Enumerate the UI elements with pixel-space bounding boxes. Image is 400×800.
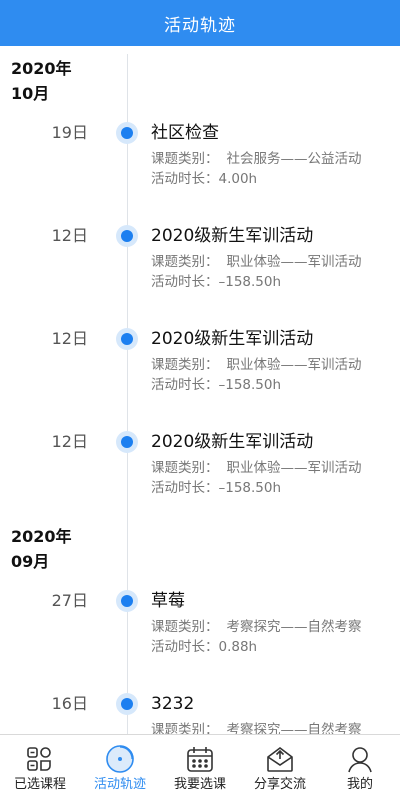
entry-category: 课题类别： 考察探究——自然考察: [151, 722, 362, 734]
entry-category: 课题类别： 考察探究——自然考察: [151, 619, 362, 635]
entry-category: 课题类别： 职业体验——军训活动: [151, 460, 362, 476]
timeline-dot: [116, 590, 138, 612]
entry-duration: 活动时长：–158.50h: [151, 480, 282, 496]
month-group: 2020年 09月 27日 草莓 课题类别： 考察探究——自然考察 活动时长：0.…: [0, 524, 400, 734]
timeline-dot: [116, 693, 138, 715]
month-label: 2020年 09月: [0, 524, 90, 574]
tab-label: 我的: [346, 777, 373, 792]
timeline-entry[interactable]: 16日 3232 课题类别： 考察探究——自然考察: [0, 692, 400, 734]
tab-share[interactable]: 分享交流: [240, 735, 320, 800]
entry-day: 16日: [51, 694, 88, 713]
entry-category: 课题类别： 职业体验——军训活动: [151, 254, 362, 270]
tab-selected-courses[interactable]: 已选课程: [0, 735, 80, 800]
entry-duration: 活动时长：4.00h: [151, 171, 258, 187]
entry-day: 19日: [51, 123, 88, 142]
entry-category: 课题类别： 职业体验——军训活动: [151, 357, 362, 373]
timeline-dot: [116, 225, 138, 247]
tab-choose-course[interactable]: 我要选课: [160, 735, 240, 800]
bottom-tab-bar: 已选课程 活动轨迹 我要选课 分享交流 我的: [0, 734, 400, 800]
entry-day: 12日: [51, 329, 88, 348]
tab-activity-track[interactable]: 活动轨迹: [80, 735, 160, 800]
entry-day: 12日: [51, 432, 88, 451]
timeline-entry[interactable]: 12日 2020级新生军训活动 课题类别： 职业体验——军训活动 活动时长：–15…: [0, 327, 400, 430]
tab-label: 活动轨迹: [93, 777, 146, 792]
app-header: 活动轨迹: [0, 0, 400, 46]
apps-grid-icon: [24, 744, 56, 774]
entry-title: 2020级新生军训活动: [151, 329, 314, 349]
timeline-dot: [116, 122, 138, 144]
tab-label: 我要选课: [173, 777, 226, 792]
user-icon: [344, 744, 376, 774]
entry-category: 课题类别： 社会服务——公益活动: [151, 151, 362, 167]
entry-title: 草莓: [151, 591, 185, 611]
calendar-icon: [184, 744, 216, 774]
timeline-dot: [116, 431, 138, 453]
tab-label: 已选课程: [13, 777, 66, 792]
month-label: 2020年 10月: [0, 46, 90, 106]
timeline-entry[interactable]: 12日 2020级新生军训活动 课题类别： 职业体验——军训活动 活动时长：–15…: [0, 430, 400, 524]
month-month: 10月: [11, 84, 50, 103]
entry-title: 3232: [151, 694, 195, 714]
activity-timeline[interactable]: 2020年 10月 19日 社区检查 课题类别： 社会服务——公益活动 活动时长：…: [0, 46, 400, 734]
timeline-entry[interactable]: 27日 草莓 课题类别： 考察探究——自然考察 活动时长：0.88h: [0, 589, 400, 692]
timeline-entry[interactable]: 19日 社区检查 课题类别： 社会服务——公益活动 活动时长：4.00h: [0, 121, 400, 224]
entry-duration: 活动时长：–158.50h: [151, 377, 282, 393]
page-title: 活动轨迹: [164, 15, 236, 36]
entry-title: 2020级新生军训活动: [151, 226, 314, 246]
entry-duration: 活动时长：0.88h: [151, 639, 258, 655]
timeline-dot: [116, 328, 138, 350]
tab-label: 分享交流: [253, 777, 306, 792]
month-year: 2020年: [11, 527, 72, 546]
month-year: 2020年: [11, 59, 72, 78]
entry-day: 12日: [51, 226, 88, 245]
entry-duration: 活动时长：–158.50h: [151, 274, 282, 290]
month-month: 09月: [11, 552, 50, 571]
tab-mine[interactable]: 我的: [320, 735, 400, 800]
entry-title: 社区检查: [151, 123, 219, 143]
month-group: 2020年 10月 19日 社区检查 课题类别： 社会服务——公益活动 活动时长：…: [0, 46, 400, 524]
entry-title: 2020级新生军训活动: [151, 432, 314, 452]
share-box-icon: [264, 744, 296, 774]
timeline-entry[interactable]: 12日 2020级新生军训活动 课题类别： 职业体验——军训活动 活动时长：–15…: [0, 224, 400, 327]
track-circle-icon: [104, 744, 136, 774]
entry-day: 27日: [51, 591, 88, 610]
